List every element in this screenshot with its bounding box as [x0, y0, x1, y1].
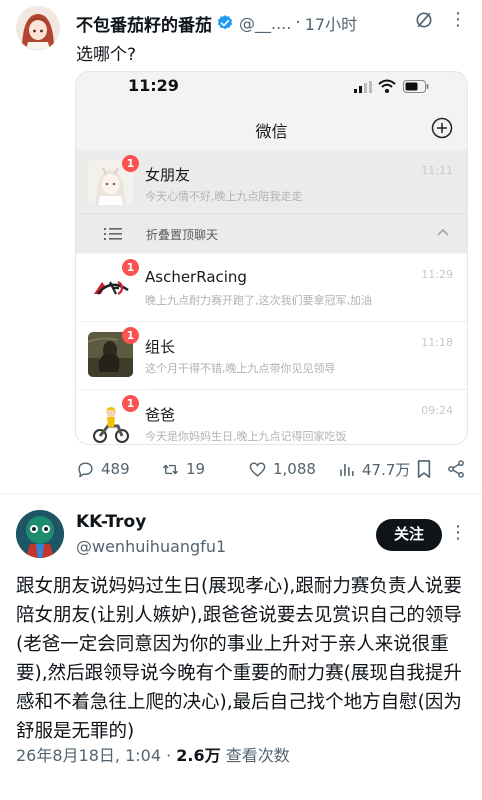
- share-icon[interactable]: [446, 459, 466, 479]
- like-count: 1,088: [273, 460, 316, 478]
- chat-item: 1 女朋友 今天心情不好,晚上九点陪我走走 11:11: [76, 150, 467, 217]
- unread-badge: 1: [122, 327, 139, 344]
- unread-badge: 1: [122, 155, 139, 172]
- reply-text: 跟女朋友说妈妈过生日(展现孝心),跟耐力赛负责人说要陪女朋友(让别人嫉妒),跟爸…: [16, 576, 462, 742]
- more-icon[interactable]: ⋮: [449, 9, 468, 30]
- bookmark-icon[interactable]: [415, 459, 433, 479]
- retweet-button[interactable]: 19: [161, 457, 205, 481]
- retweet-icon: [162, 464, 179, 474]
- follow-button[interactable]: 关注: [376, 519, 442, 551]
- chat-item: 1 AscherRacing 晚上九点耐力赛开跑了,这次我们要拿冠军,加油 11…: [76, 254, 467, 321]
- status-time: 11:29: [128, 76, 179, 95]
- separator-dot: ·: [166, 746, 172, 765]
- grok-icon[interactable]: [414, 10, 434, 30]
- chat-item: 1 爸爸 今天是你妈妈生日,晚上九点记得回家吃饭 09:24: [76, 390, 467, 444]
- views-icon: [340, 463, 354, 476]
- reply-count: 489: [101, 460, 130, 478]
- separator-dot: ·: [295, 13, 301, 33]
- heart-icon: [249, 461, 266, 477]
- author-name[interactable]: 不包番茄籽的番茄: [76, 11, 212, 36]
- chat-preview: 晚上九点耐力赛开跑了,这次我们要拿冠军,加油: [145, 294, 372, 307]
- reply-views-count: 2.6万: [176, 746, 221, 765]
- more-icon[interactable]: ⋮: [449, 522, 468, 543]
- reply-meta: 26年8月18日, 1:04 · 2.6万 查看次数: [16, 742, 290, 766]
- chat-item: 1 组长 这个月干得不错,晚上九点带你见见领导 11:18: [76, 322, 467, 389]
- unread-badge: 1: [122, 259, 139, 276]
- list-icon: [104, 228, 122, 240]
- views-button[interactable]: 47.7万: [337, 457, 410, 481]
- chevron-up-icon: [437, 229, 449, 236]
- chat-name: AscherRacing: [145, 268, 247, 286]
- chat-time: 11:18: [421, 336, 453, 349]
- tweet-text: 选哪个?: [76, 45, 137, 65]
- folded-label: 折叠置顶聊天: [146, 228, 219, 242]
- author-avatar[interactable]: [16, 6, 60, 50]
- wechat-title: 微信: [255, 122, 288, 141]
- like-button[interactable]: 1,088: [248, 457, 316, 481]
- folded-pinned-chats: 折叠置顶聊天: [76, 213, 467, 253]
- reply-icon: [78, 461, 93, 477]
- tweet-header: 不包番茄籽的番茄 @__.... · 17小时: [76, 10, 470, 36]
- chat-time: 09:24: [421, 404, 453, 417]
- chat-name: 女朋友: [145, 166, 191, 184]
- chat-time: 11:29: [421, 268, 453, 281]
- reply-date[interactable]: 26年8月18日, 1:04: [16, 746, 161, 765]
- tweet-actions: 489 19 1,088 47.7万: [76, 457, 470, 481]
- unread-badge: 1: [122, 395, 139, 412]
- view-count: 47.7万: [362, 460, 411, 479]
- tweet-original: 不包番茄籽的番茄 @__.... · 17小时 ⋮ 选哪个? 11:29 微信 …: [0, 0, 482, 492]
- reply-author-handle[interactable]: @wenhuihuangfu1: [76, 537, 226, 556]
- tweet-divider: [0, 493, 482, 494]
- chat-preview: 这个月干得不错,晚上九点带你见见领导: [145, 362, 336, 375]
- add-circle-icon: [431, 117, 453, 139]
- verified-badge-icon: [217, 15, 233, 30]
- wifi-icon: [378, 79, 396, 93]
- chat-time: 11:11: [421, 164, 453, 177]
- phone-status-bar: 11:29: [76, 72, 467, 102]
- signal-icon: [354, 81, 372, 93]
- tweet-time[interactable]: 17小时: [305, 11, 357, 35]
- reply-author-name[interactable]: KK-Troy: [76, 512, 146, 532]
- reply-author-avatar[interactable]: [16, 510, 64, 558]
- attached-image[interactable]: 11:29 微信 1 女朋友 今天心情不好,晚上九点陪我走走 11:11 折叠置…: [75, 71, 468, 445]
- reply-views-label: 查看次数: [225, 746, 290, 765]
- retweet-count: 19: [186, 460, 206, 478]
- reply-button[interactable]: 489: [76, 457, 130, 481]
- chat-preview: 今天心情不好,晚上九点陪我走走: [145, 190, 303, 203]
- author-handle[interactable]: @__....: [239, 14, 291, 33]
- chat-name: 爸爸: [145, 406, 176, 424]
- chat-preview: 今天是你妈妈生日,晚上九点记得回家吃饭: [145, 430, 347, 443]
- battery-icon: [403, 80, 429, 93]
- chat-name: 组长: [145, 338, 176, 356]
